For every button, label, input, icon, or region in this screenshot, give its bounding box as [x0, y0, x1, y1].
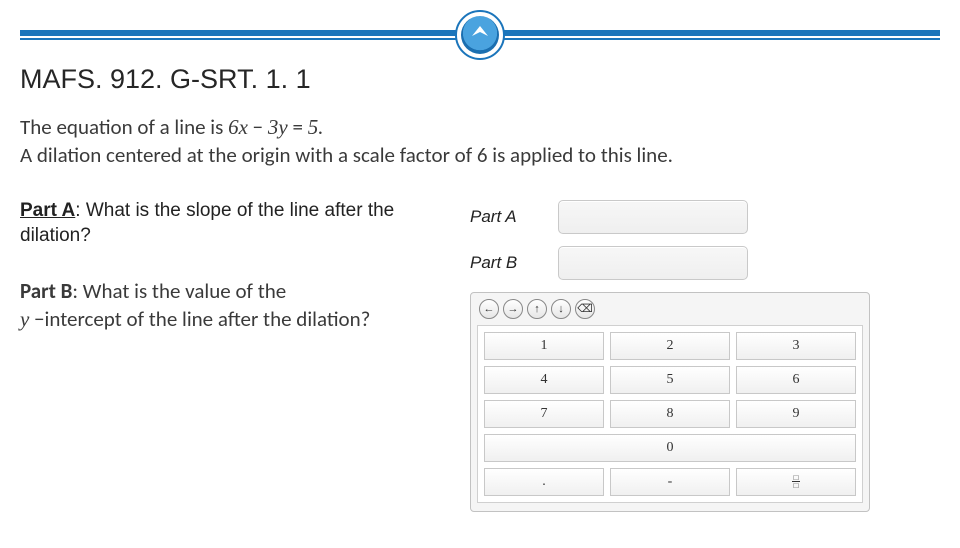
key-5[interactable]: 5	[610, 366, 730, 394]
part-b-colon: :	[72, 278, 82, 304]
logo-icon	[461, 16, 499, 54]
columns: Part A: What is the slope of the line af…	[20, 194, 940, 512]
part-a-colon: :	[75, 200, 86, 221]
key-9[interactable]: 9	[736, 400, 856, 428]
key-3[interactable]: 3	[736, 332, 856, 360]
problem-line-2: A dilation centered at the origin with a…	[20, 141, 940, 169]
keypad-toolbar: ← → ↑ ↓ ⌫	[477, 299, 863, 319]
answer-label-b: Part B	[470, 253, 540, 273]
keypad-row-5: . - □ □	[484, 468, 856, 496]
keypad: ← → ↑ ↓ ⌫ 1 2 3 4 5 6	[470, 292, 870, 512]
header	[20, 8, 940, 64]
part-b-label: Part B	[20, 278, 72, 304]
key-2[interactable]: 2	[610, 332, 730, 360]
eq-eq: =	[288, 114, 308, 140]
answer-input-a[interactable]	[558, 200, 748, 234]
part-b-post: −intercept of the line after the dilatio…	[29, 306, 370, 332]
key-4[interactable]: 4	[484, 366, 604, 394]
answer-fields: Part A Part B	[470, 200, 940, 280]
arrow-up-icon[interactable]: ↑	[527, 299, 547, 319]
key-7[interactable]: 7	[484, 400, 604, 428]
key-1[interactable]: 1	[484, 332, 604, 360]
problem-statement: The equation of a line is 6x − 3y = 5. A…	[20, 113, 940, 170]
arrow-left-icon[interactable]: ←	[479, 299, 499, 319]
answer-input-b[interactable]	[558, 246, 748, 280]
part-a-label: Part A	[20, 200, 75, 221]
key-0[interactable]: 0	[484, 434, 856, 462]
left-column: Part A: What is the slope of the line af…	[20, 194, 450, 512]
key-6[interactable]: 6	[736, 366, 856, 394]
answer-label-a: Part A	[470, 207, 540, 227]
keypad-row-4: 0	[484, 434, 856, 462]
fraction-icon: □ □	[792, 475, 800, 489]
problem-line1-pre: The equation of a line is	[20, 114, 228, 140]
eq-coef-b: 3y	[268, 115, 288, 139]
keypad-row-1: 1 2 3	[484, 332, 856, 360]
eq-rhs: 5.	[308, 115, 324, 139]
keypad-row-2: 4 5 6	[484, 366, 856, 394]
answer-row-a: Part A	[470, 200, 940, 234]
part-b-var: y	[20, 307, 29, 331]
key-8[interactable]: 8	[610, 400, 730, 428]
eq-coef-a: 6x	[228, 115, 248, 139]
right-column: Part A Part B ← → ↑ ↓ ⌫ 1	[470, 194, 940, 512]
key-dot[interactable]: .	[484, 468, 604, 496]
arrow-right-icon[interactable]: →	[503, 299, 523, 319]
slide: MAFS. 912. G-SRT. 1. 1 The equation of a…	[0, 8, 960, 548]
key-minus[interactable]: -	[610, 468, 730, 496]
part-b-pre: What is the value of the	[83, 278, 286, 304]
problem-line-1: The equation of a line is 6x − 3y = 5.	[20, 113, 940, 141]
part-a-question: Part A: What is the slope of the line af…	[20, 198, 450, 249]
part-b-question: Part B: What is the value of the y −inte…	[20, 277, 450, 334]
keypad-grid: 1 2 3 4 5 6 7 8 9 0	[477, 325, 863, 503]
backspace-icon[interactable]: ⌫	[575, 299, 595, 319]
key-fraction[interactable]: □ □	[736, 468, 856, 496]
eq-minus: −	[248, 114, 268, 140]
answer-row-b: Part B	[470, 246, 940, 280]
district-logo	[455, 10, 505, 60]
keypad-row-3: 7 8 9	[484, 400, 856, 428]
standard-code: MAFS. 912. G-SRT. 1. 1	[20, 64, 940, 95]
arrow-down-icon[interactable]: ↓	[551, 299, 571, 319]
